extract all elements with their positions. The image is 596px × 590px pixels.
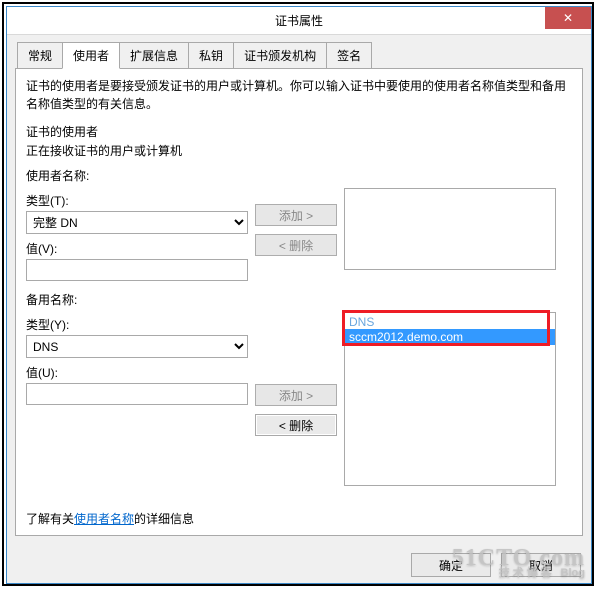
tab-extensions[interactable]: 扩展信息 — [119, 42, 189, 69]
tab-strip: 常规 使用者 扩展信息 私钥 证书颁发机构 签名 — [17, 41, 583, 68]
subject-listbox[interactable] — [344, 188, 556, 270]
window-title: 证书属性 — [275, 12, 323, 29]
subject-type-select[interactable]: 完整 DN — [26, 211, 248, 234]
altname-type-label: 类型(Y): — [26, 316, 248, 333]
tab-privatekey[interactable]: 私钥 — [188, 42, 234, 69]
altname-remove-button[interactable]: < 删除 — [255, 414, 337, 436]
altname-listbox[interactable]: DNS sccm2012.demo.com — [344, 312, 556, 486]
altname-group-label: 备用名称: — [26, 291, 572, 308]
close-button[interactable]: ✕ — [545, 7, 591, 29]
footer-pre: 了解有关 — [26, 512, 74, 526]
titlebar: 证书属性 ✕ — [7, 7, 591, 35]
altname-add-button[interactable]: 添加 > — [255, 384, 337, 406]
section-title: 证书的使用者 — [26, 123, 572, 140]
altname-value-label: 值(U): — [26, 364, 248, 381]
tab-panel-subject: 证书的使用者是要接受颁发证书的用户或计算机。你可以输入证书中要使用的使用者名称值… — [15, 68, 583, 536]
subject-value-label: 值(V): — [26, 240, 248, 257]
subject-type-label: 类型(T): — [26, 192, 248, 209]
subject-add-button[interactable]: 添加 > — [255, 204, 337, 226]
subject-remove-button[interactable]: < 删除 — [255, 234, 337, 256]
section-subtitle: 正在接收证书的用户或计算机 — [26, 142, 572, 159]
description-text: 证书的使用者是要接受颁发证书的用户或计算机。你可以输入证书中要使用的使用者名称值… — [26, 77, 572, 113]
tab-general[interactable]: 常规 — [17, 42, 63, 69]
altname-entry-kind: DNS — [345, 313, 555, 329]
altname-entry-value[interactable]: sccm2012.demo.com — [345, 329, 555, 345]
tab-subject[interactable]: 使用者 — [62, 42, 120, 69]
tab-signature[interactable]: 签名 — [326, 42, 372, 69]
subject-value-input[interactable] — [26, 259, 248, 281]
tab-ca[interactable]: 证书颁发机构 — [233, 42, 327, 69]
close-icon: ✕ — [563, 11, 573, 25]
ok-button[interactable]: 确定 — [411, 553, 491, 577]
learn-more-link[interactable]: 使用者名称 — [74, 512, 134, 526]
altname-value-input[interactable] — [26, 383, 248, 405]
subject-group-label: 使用者名称: — [26, 167, 572, 184]
altname-type-select[interactable]: DNS — [26, 335, 248, 358]
footer-post: 的详细信息 — [134, 512, 194, 526]
cancel-button[interactable]: 取消 — [501, 553, 581, 577]
